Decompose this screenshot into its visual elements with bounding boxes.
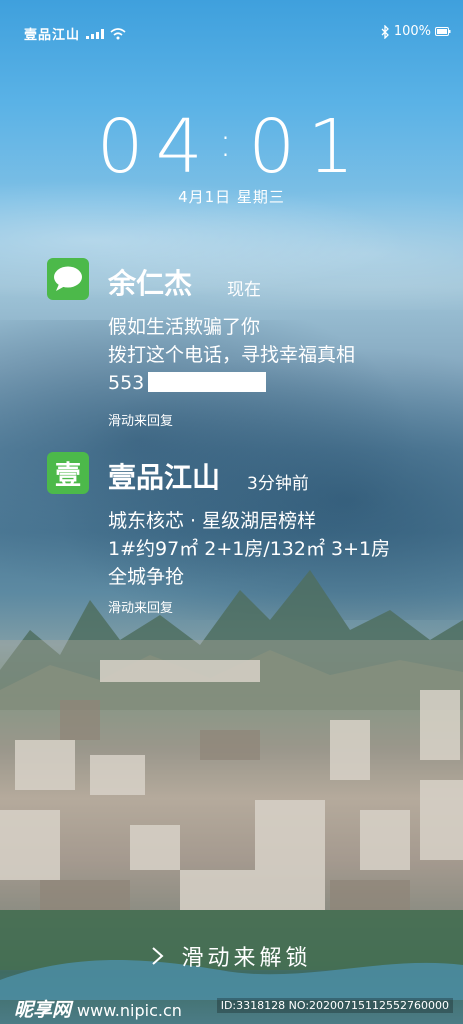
unlock-label: 滑动来解锁 [181, 946, 312, 971]
watermark-brand-text: 昵享网 [14, 999, 72, 1021]
lock-date: 4月1日 星期三 [178, 188, 285, 206]
clock-colon: : [218, 120, 245, 166]
carrier-name: 壹品江山 [24, 28, 81, 43]
notification-line: 1#约97㎡ 2+1房/132㎡ 3+1房 [108, 538, 391, 560]
chevron-right-icon [152, 947, 164, 965]
notification-line: 城东核芯 · 星级湖居榜样 [108, 510, 317, 532]
watermark-url: www.nipic.cn [77, 1001, 182, 1020]
city-skyline [0, 640, 463, 970]
signal-icon [86, 28, 105, 39]
message-icon [47, 258, 89, 300]
clock-hour: 04 [96, 104, 215, 190]
battery-icon [435, 27, 451, 36]
carrier-group: 壹品江山 [24, 24, 126, 43]
notification-body: 假如生活欺骗了你 拨打这个电话，寻找幸福真相 553 [108, 313, 355, 397]
notification-title: 余仁杰 [108, 267, 193, 300]
status-bar: 壹品江山 100% [0, 0, 463, 43]
notification-line-phone: 553 [108, 369, 355, 397]
notification-time: 3分钟前 [247, 474, 309, 494]
notification-time: 现在 [227, 280, 261, 300]
wifi-icon [110, 27, 126, 39]
clock-minute: 01 [248, 104, 367, 190]
redaction-bar [148, 372, 267, 392]
swipe-reply-hint: 滑动来回复 [108, 414, 174, 429]
lock-clock: 04:01 [0, 110, 463, 196]
notification-body: 城东核芯 · 星级湖居榜样 1#约97㎡ 2+1房/132㎡ 3+1房 全城争抢 [108, 507, 390, 591]
phone-prefix: 553 [108, 372, 145, 394]
app-logo-icon: 壹 [47, 452, 89, 494]
battery-level: 100% [393, 24, 431, 39]
notification-line: 拨打这个电话，寻找幸福真相 [108, 344, 356, 366]
watermark-id: ID:3318128 NO:20200715112552760000 [216, 998, 453, 1013]
notification-line: 全城争抢 [108, 566, 185, 588]
swipe-reply-hint: 滑动来回复 [108, 601, 174, 616]
slide-to-unlock[interactable]: 滑动来解锁 [0, 940, 463, 972]
status-right: 100% [381, 24, 451, 39]
bluetooth-icon [381, 24, 389, 39]
watermark-brand: 昵享网 www.nipic.cn [14, 995, 182, 1022]
notification-title: 壹品江山 [108, 461, 221, 494]
notification-line: 假如生活欺骗了你 [108, 316, 261, 338]
app-logo-glyph: 壹 [54, 460, 81, 491]
